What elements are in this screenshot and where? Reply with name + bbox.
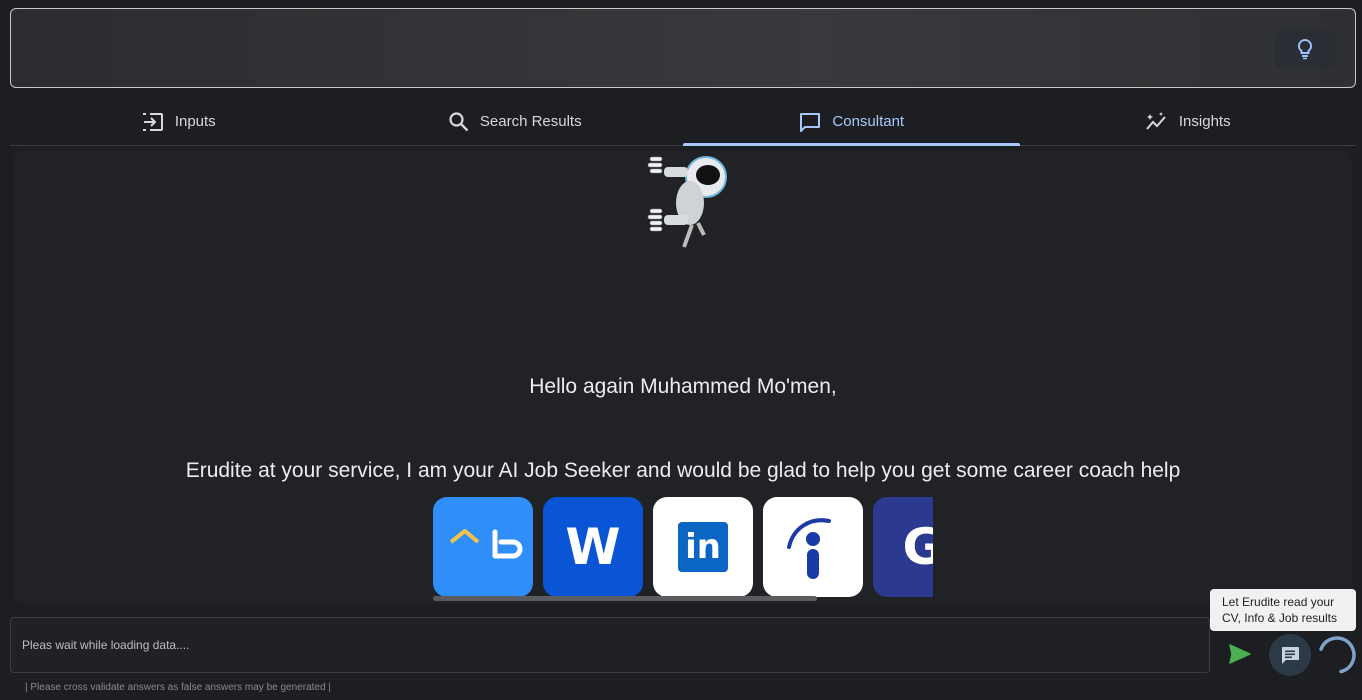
send-button[interactable] xyxy=(1226,640,1254,668)
wuzzuf-logo-text: W xyxy=(565,518,621,576)
bayt-logo[interactable] xyxy=(433,497,533,597)
wuzzuf-logo[interactable]: W xyxy=(543,497,643,597)
idea-button[interactable] xyxy=(1275,29,1335,69)
indeed-logo[interactable] xyxy=(763,497,863,597)
tab-insights[interactable]: Insights xyxy=(1020,98,1357,145)
tab-consultant[interactable]: Consultant xyxy=(683,98,1020,146)
insights-icon xyxy=(1146,111,1166,130)
loading-spinner xyxy=(1318,636,1356,674)
consultant-panel: Hello again Muhammed Mo'men, Erudite at … xyxy=(14,151,1352,603)
chat-input-box[interactable] xyxy=(10,617,1210,673)
tab-label: Inputs xyxy=(174,113,216,130)
disclaimer-text: | Please cross validate answers as false… xyxy=(25,682,331,693)
glassdoor-logo[interactable]: G xyxy=(873,497,933,597)
lightbulb-icon xyxy=(1297,38,1313,60)
main-tabs: Inputs Search Results Consultant Insight… xyxy=(10,98,1356,146)
chat-icon xyxy=(800,112,821,132)
input-icon xyxy=(142,112,163,131)
tab-inputs[interactable]: Inputs xyxy=(10,98,347,145)
top-prompt-bar[interactable] xyxy=(10,8,1356,88)
comment-icon xyxy=(1282,647,1299,664)
glassdoor-logo-text: G xyxy=(902,518,933,576)
read-cv-button[interactable] xyxy=(1269,634,1311,676)
send-icon xyxy=(1229,644,1251,664)
linkedin-logo-text: in xyxy=(685,527,721,567)
tab-label: Search Results xyxy=(479,113,582,130)
read-cv-tooltip: Let Erudite read your CV, Info & Job res… xyxy=(1210,589,1356,631)
tab-label: Insights xyxy=(1178,113,1231,130)
linkedin-logo[interactable]: in xyxy=(653,497,753,597)
robot-mascot xyxy=(647,156,727,248)
job-sites-carousel[interactable]: W in G xyxy=(433,497,933,601)
carousel-scrollbar[interactable] xyxy=(433,596,817,601)
intro-text: Erudite at your service, I am your AI Jo… xyxy=(185,459,1181,482)
tab-label: Consultant xyxy=(832,113,905,130)
chat-input[interactable] xyxy=(22,638,1198,652)
tab-search-results[interactable]: Search Results xyxy=(347,98,684,145)
search-icon xyxy=(449,111,469,131)
greeting-text: Hello again Muhammed Mo'men, xyxy=(529,375,837,398)
